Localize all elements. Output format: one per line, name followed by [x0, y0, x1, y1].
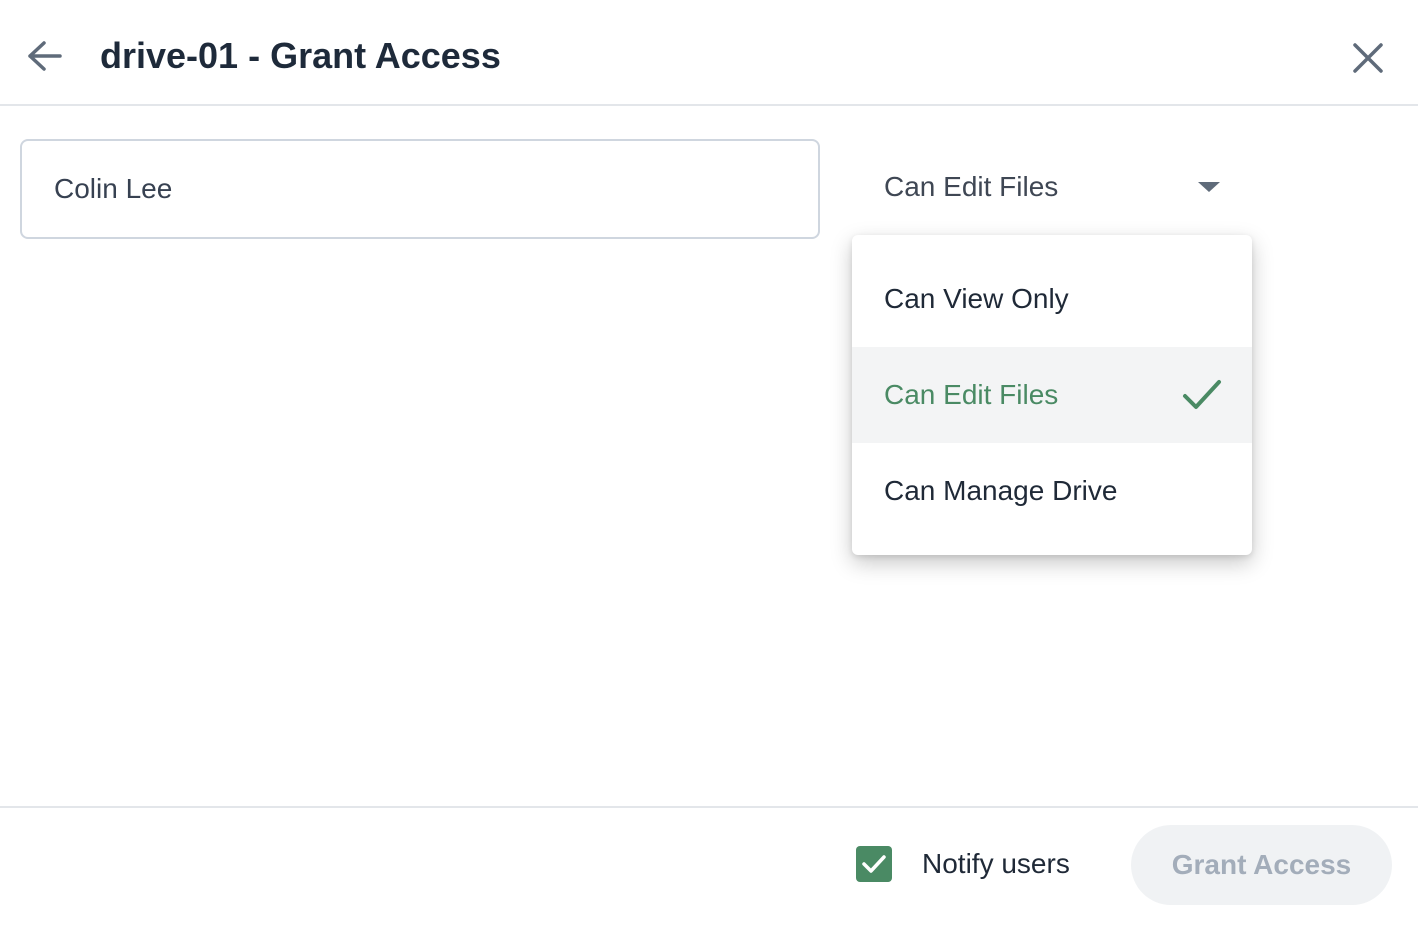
dialog-header: drive-01 - Grant Access — [0, 0, 1418, 106]
arrow-left-icon — [28, 41, 62, 71]
menu-item-label: Can View Only — [884, 283, 1069, 314]
close-button[interactable] — [1348, 38, 1388, 78]
permission-select[interactable]: Can Edit Files — [852, 150, 1252, 224]
grant-access-dialog: drive-01 - Grant Access Can Edit Files C… — [0, 0, 1418, 944]
menu-item-label: Can Edit Files — [884, 379, 1059, 410]
menu-item-can-manage-drive[interactable]: Can Manage Drive — [852, 443, 1252, 539]
checkbox-checked-icon[interactable] — [856, 846, 892, 882]
permission-select-value: Can Edit Files — [884, 171, 1059, 202]
permission-menu: Can View Only Can Edit Files Can Manage … — [852, 235, 1252, 555]
page-title: drive-01 - Grant Access — [100, 35, 501, 76]
notify-users-checkbox[interactable]: Notify users — [856, 846, 1070, 882]
menu-item-label: Can Manage Drive — [884, 475, 1118, 506]
checkmark-icon — [862, 855, 886, 873]
menu-item-can-edit-files[interactable]: Can Edit Files — [852, 347, 1252, 443]
back-button[interactable] — [24, 36, 64, 76]
user-input[interactable] — [20, 139, 820, 239]
grant-access-button[interactable]: Grant Access — [1131, 825, 1392, 905]
close-icon — [1353, 43, 1383, 73]
menu-item-can-view-only[interactable]: Can View Only — [852, 251, 1252, 347]
caret-down-icon — [1198, 182, 1220, 192]
notify-users-label: Notify users — [922, 848, 1070, 879]
check-icon — [1183, 380, 1221, 409]
